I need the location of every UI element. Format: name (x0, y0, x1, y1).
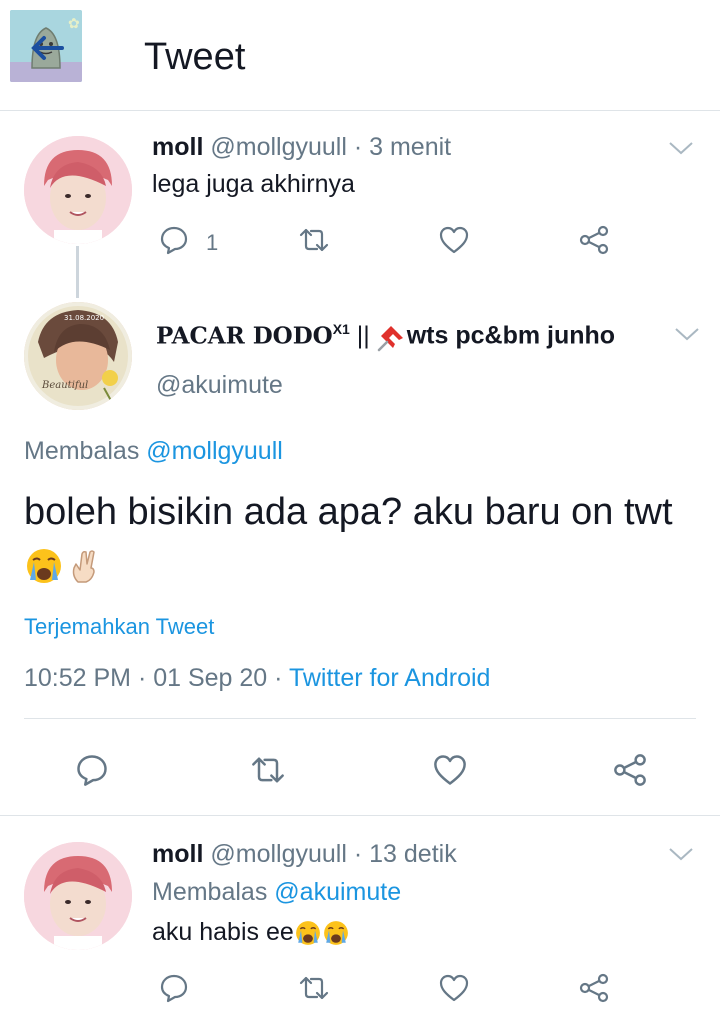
author-name[interactable]: moll (152, 840, 203, 868)
retweet-icon[interactable] (298, 224, 330, 256)
share-icon[interactable] (612, 752, 648, 788)
thread-line (76, 246, 79, 298)
chevron-down-icon[interactable] (674, 326, 700, 342)
chevron-down-icon[interactable] (668, 140, 694, 156)
crying-emoji-icon (323, 921, 348, 946)
author-handle[interactable]: @mollgyuull (210, 840, 347, 868)
back-button[interactable]: ✿ (10, 10, 82, 82)
svg-text:✿: ✿ (68, 16, 80, 32)
tweet-header: moll @mollgyuull · 13 detik (152, 840, 457, 869)
avatar[interactable]: Beautiful 31.08.2020 (24, 302, 132, 410)
avatar[interactable] (24, 136, 132, 244)
name-tail: wts pc&bm junho (406, 321, 616, 350)
divider (0, 815, 720, 816)
page-title: Tweet (144, 36, 246, 78)
tweet-text-content: boleh bisikin ada apa? aku baru on twt (24, 491, 673, 533)
reply-icon[interactable] (74, 752, 110, 788)
divider (24, 718, 696, 719)
pushpin-icon (377, 325, 403, 351)
reply-to-handle[interactable]: @akuimute (274, 878, 401, 906)
reply-count: 1 (206, 230, 219, 255)
tweet-text-content: aku habis ee (152, 918, 294, 946)
retweet-icon[interactable] (298, 972, 330, 1004)
crying-emoji-icon (295, 921, 320, 946)
tweet-header: moll @mollgyuull · 3 menit (152, 133, 451, 162)
svg-text:31.08.2020: 31.08.2020 (64, 314, 104, 322)
avatar-photo: Beautiful 31.08.2020 (24, 302, 132, 410)
name-superscript: X1 (332, 321, 350, 337)
share-icon[interactable] (578, 224, 610, 256)
reply-prefix: Membalas (24, 437, 140, 465)
back-arrow-icon: ✿ (10, 10, 82, 82)
tweet-text: boleh bisikin ada apa? aku baru on twt (24, 486, 684, 590)
author-name[interactable]: moll (152, 133, 203, 161)
tweet-timestamp: 10:52 PM · 01 Sep 20 · Twitter for Andro… (24, 664, 490, 693)
reply-context: Membalas @akuimute (152, 878, 401, 907)
name-separator: || (356, 321, 370, 350)
like-icon[interactable] (438, 972, 470, 1004)
tweet-time: · 13 detik (353, 840, 457, 868)
avatar-photo (24, 136, 132, 244)
reply-context: Membalas @mollgyuull (24, 437, 283, 466)
author-handle[interactable]: @mollgyuull (210, 133, 347, 161)
top-bar: ✿ Tweet (0, 0, 720, 111)
translate-link[interactable]: Terjemahkan Tweet (24, 614, 214, 640)
retweet-icon[interactable] (250, 752, 286, 788)
name-part: PACAR DODO (156, 322, 333, 350)
avatar[interactable] (24, 842, 132, 950)
like-icon[interactable] (432, 752, 468, 788)
avatar-photo (24, 842, 132, 950)
reply-prefix: Membalas (152, 878, 268, 906)
author-handle[interactable]: @akuimute (156, 371, 283, 400)
source-link[interactable]: Twitter for Android (289, 664, 490, 692)
reply-to-handle[interactable]: @mollgyuull (146, 437, 283, 465)
chevron-down-icon[interactable] (668, 846, 694, 862)
timestamp-text: 10:52 PM · 01 Sep 20 · (24, 664, 283, 692)
like-icon[interactable] (438, 224, 470, 256)
tweet-text: aku habis ee (152, 918, 350, 947)
reply-icon[interactable] (158, 224, 190, 256)
author-name[interactable]: PACAR DODOX1 || wts pc&bm junho (156, 321, 615, 352)
crying-emoji-icon (27, 548, 61, 583)
svg-text:Beautiful: Beautiful (41, 380, 88, 391)
share-icon[interactable] (578, 972, 610, 1004)
tweet-text: lega juga akhirnya (152, 170, 355, 198)
crossed-fingers-emoji-icon (72, 550, 95, 583)
tweet-time: · 3 menit (353, 133, 452, 161)
reply-icon[interactable] (158, 972, 190, 1004)
